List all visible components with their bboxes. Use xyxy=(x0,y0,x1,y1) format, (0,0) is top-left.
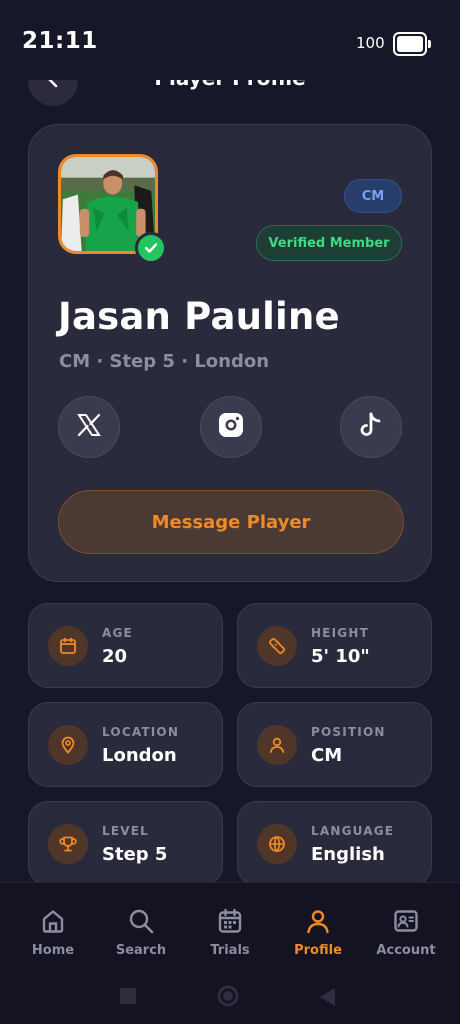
status-bar: 21:11 100 xyxy=(0,0,460,80)
recents-button[interactable] xyxy=(120,988,136,1008)
system-nav-bar xyxy=(0,983,460,1011)
stat-label: HEIGHT xyxy=(311,626,369,640)
user-icon xyxy=(257,725,297,765)
stat-value: 5' 10" xyxy=(311,646,370,667)
player-meta: CM · Step 5 · London xyxy=(59,351,270,372)
instagram-icon xyxy=(216,410,246,444)
message-player-button[interactable]: Message Player xyxy=(58,490,404,554)
home-icon xyxy=(9,905,97,937)
stat-label: AGE xyxy=(102,626,133,640)
id-card-icon xyxy=(362,905,450,937)
verified-member-badge: Verified Member xyxy=(256,225,402,261)
bottom-nav: Home Search Trials Profile Account xyxy=(0,882,460,1024)
stat-label: POSITION xyxy=(311,725,386,739)
nav-item-trials[interactable]: Trials xyxy=(186,905,274,965)
nav-item-account[interactable]: Account xyxy=(362,905,450,965)
x-button[interactable] xyxy=(58,396,120,458)
tiktok-button[interactable] xyxy=(340,396,402,458)
player-name: Jasan Pauline xyxy=(58,295,340,338)
nav-item-search[interactable]: Search xyxy=(97,905,185,965)
nav-label: Search xyxy=(115,943,167,958)
map-pin-icon xyxy=(48,725,88,765)
position-badge: CM xyxy=(344,179,402,213)
stat-label: LANGUAGE xyxy=(311,824,395,838)
calendar-icon xyxy=(48,626,88,666)
back-system-button[interactable] xyxy=(320,988,336,1010)
calendar-grid-icon xyxy=(186,905,274,937)
home-system-button[interactable] xyxy=(217,985,239,1011)
status-time: 21:11 xyxy=(22,28,98,54)
stat-card-language: LANGUAGE English xyxy=(237,801,432,886)
profile-card: CM Verified Member Jasan Pauline CM · St… xyxy=(28,124,432,582)
globe-icon xyxy=(257,824,297,864)
nav-label: Home xyxy=(31,943,75,958)
battery-level: 100 xyxy=(356,34,385,52)
battery-icon xyxy=(393,32,431,56)
stat-value: English xyxy=(311,844,385,865)
stat-card-height: HEIGHT 5' 10" xyxy=(237,603,432,688)
nav-label: Trials xyxy=(210,943,250,958)
nav-item-profile[interactable]: Profile xyxy=(274,905,362,965)
stat-value: CM xyxy=(311,745,343,766)
stat-value: London xyxy=(102,745,177,766)
ruler-icon xyxy=(257,626,297,666)
nav-label: Account xyxy=(376,943,436,958)
stat-card-level: LEVEL Step 5 xyxy=(28,801,223,886)
nav-label: Profile xyxy=(294,943,342,958)
trophy-icon xyxy=(48,824,88,864)
stat-value: Step 5 xyxy=(102,844,168,865)
stat-label: LOCATION xyxy=(102,725,180,739)
search-icon xyxy=(97,905,185,937)
stat-value: 20 xyxy=(102,646,128,667)
verified-check-icon xyxy=(135,232,167,264)
tiktok-icon xyxy=(358,411,384,443)
instagram-button[interactable] xyxy=(200,396,262,458)
x-icon xyxy=(76,412,102,442)
profile-icon xyxy=(274,905,362,937)
nav-item-home[interactable]: Home xyxy=(9,905,97,965)
stat-card-location: LOCATION London xyxy=(28,702,223,787)
stat-card-age: AGE 20 xyxy=(28,603,223,688)
stat-card-position: POSITION CM xyxy=(237,702,432,787)
stat-label: LEVEL xyxy=(102,824,149,838)
